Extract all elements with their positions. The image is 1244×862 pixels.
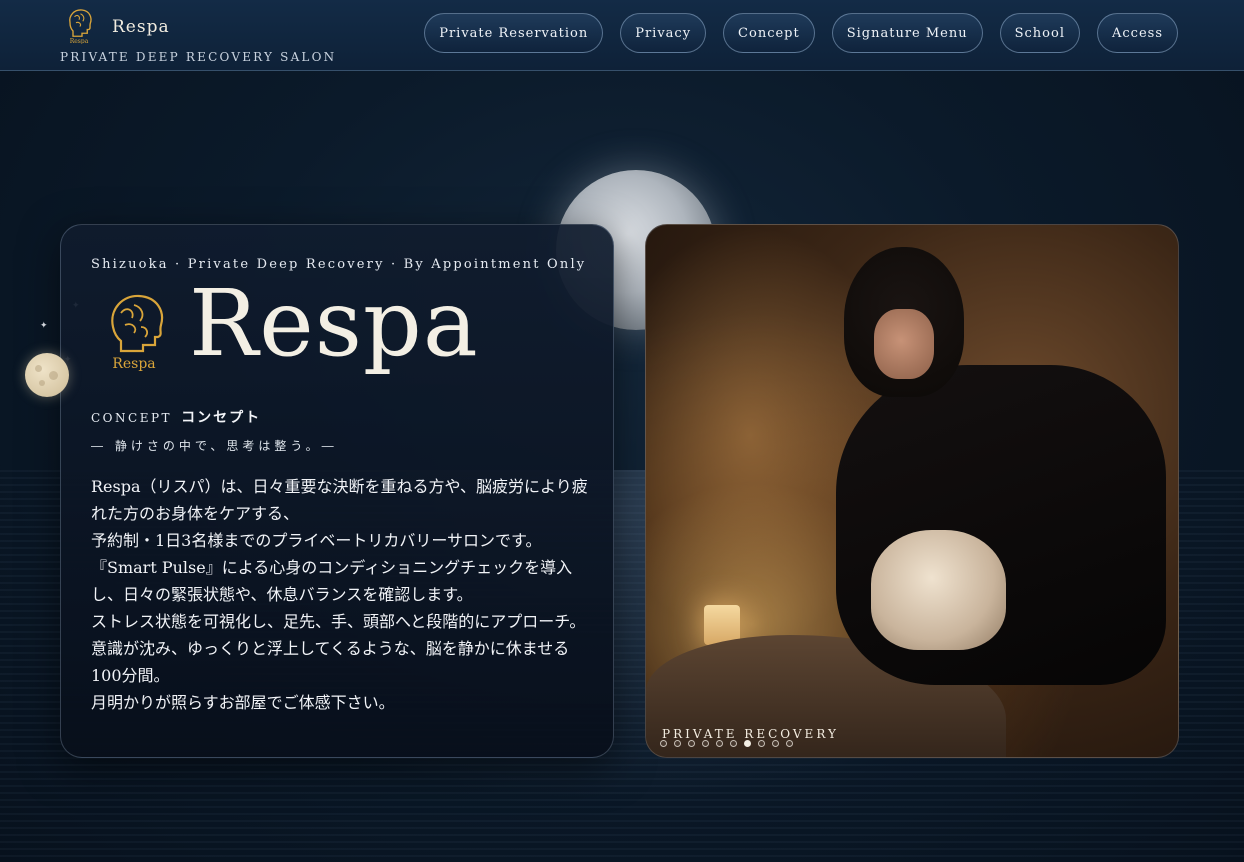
concept-paragraph: ストレス状態を可視化し、足先、手、頭部へと段階的にアプローチ。意識が沈み、ゆっく… [91,612,586,685]
nav-signature-menu[interactable]: Signature Menu [831,13,983,53]
nav-access[interactable]: Access [1097,13,1178,53]
concept-paragraph: Respa（リスパ）は、日々重要な決断を重ねる方や、脳疲労により疲れた方のお身体… [91,477,588,523]
site-header: Respa Respa PRIVATE DEEP RECOVERY SALON … [0,0,1244,71]
slider-dot[interactable] [772,740,779,747]
concept-paragraph: 月明かりが照らすお部屋でご体感下さい。 [91,693,395,712]
slider-dot[interactable] [688,740,695,747]
nav-privacy[interactable]: Privacy [620,13,707,53]
nav-private-reservation[interactable]: Private Reservation [424,13,604,53]
main-nav: Private Reservation Privacy Concept Sign… [424,13,1178,53]
svg-text:Respa: Respa [112,356,155,371]
slider-dot[interactable] [786,740,793,747]
concept-body: Respa（リスパ）は、日々重要な決断を重ねる方や、脳疲労により疲れた方のお身体… [91,473,591,716]
brain-logo-icon: Respa [111,294,164,371]
hero-title: Respa [189,270,479,377]
concept-heading-jp: コンセプト [181,410,262,426]
brand-home-link[interactable]: Respa Respa PRIVATE DEEP RECOVERY SALON [60,4,360,66]
slider-dot[interactable] [730,740,737,747]
star-icon: ✦ [40,321,48,331]
slider-dot[interactable] [716,740,723,747]
slider-dot[interactable] [702,740,709,747]
concept-heading-en: CONCEPT [91,411,173,425]
concept-paragraph: 予約制・1日3名様までのプライベートリカバリーサロンです。 [91,531,542,550]
slider-dot[interactable] [660,740,667,747]
brain-logo-icon: Respa [69,9,92,44]
concept-heading: CONCEPT コンセプト [91,407,261,427]
slider-dot[interactable] [674,740,681,747]
slider-dot[interactable] [744,740,751,747]
hero-photo-slider[interactable]: PRIVATE RECOVERY [645,224,1179,758]
svg-text:Respa: Respa [70,38,89,44]
slider-dots [660,740,793,747]
photo-caption: PRIVATE RECOVERY [662,727,839,741]
concept-tagline: ― 静けさの中で、思考は整う。― [91,439,338,453]
concept-card: Shizuoka · Private Deep Recovery · By Ap… [60,224,614,758]
brand-tagline: PRIVATE DEEP RECOVERY SALON [60,50,337,64]
towel-image [871,530,1006,650]
slider-dot[interactable] [758,740,765,747]
brand-name: Respa [112,17,170,37]
moon-toggle-button[interactable] [25,353,69,397]
concept-paragraph: 『Smart Pulse』による心身のコンディショニングチェックを導入し、日々の… [91,558,573,604]
nav-concept[interactable]: Concept [723,13,815,53]
nav-school[interactable]: School [999,13,1080,53]
